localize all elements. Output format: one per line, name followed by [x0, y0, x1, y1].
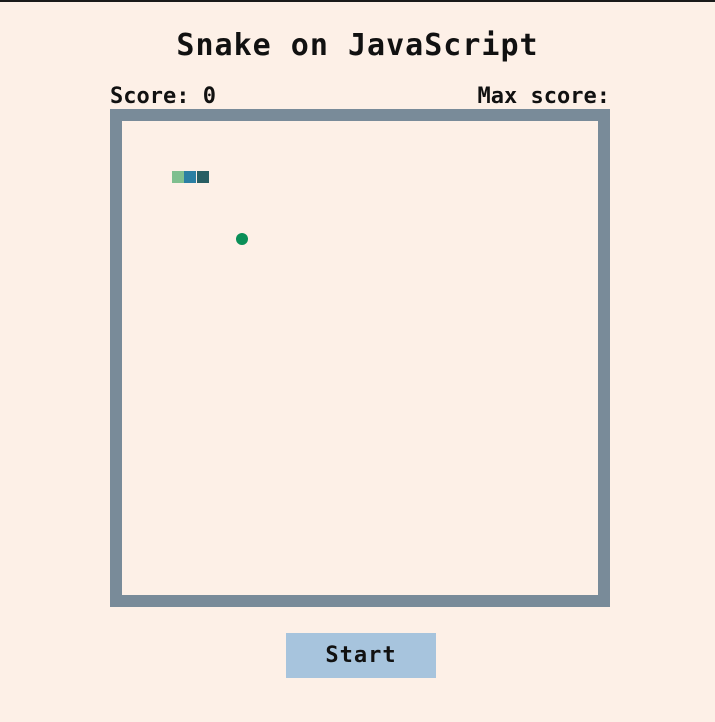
- score-display: Score: 0: [110, 84, 216, 109]
- score-value: 0: [202, 84, 216, 109]
- score-row: Score: 0 Max score:: [110, 84, 610, 110]
- start-button[interactable]: Start: [286, 633, 436, 678]
- snake-head: [197, 171, 209, 183]
- max-score-display: Max score:: [478, 84, 610, 109]
- snake-body: [184, 171, 196, 183]
- food-dot: [236, 233, 248, 245]
- game-board[interactable]: [110, 109, 610, 607]
- score-label: Score:: [110, 84, 190, 109]
- page-title: Snake on JavaScript: [176, 28, 539, 63]
- window-top-strip: [0, 0, 715, 2]
- max-score-label: Max score:: [477, 84, 610, 109]
- snake-tail: [172, 171, 184, 183]
